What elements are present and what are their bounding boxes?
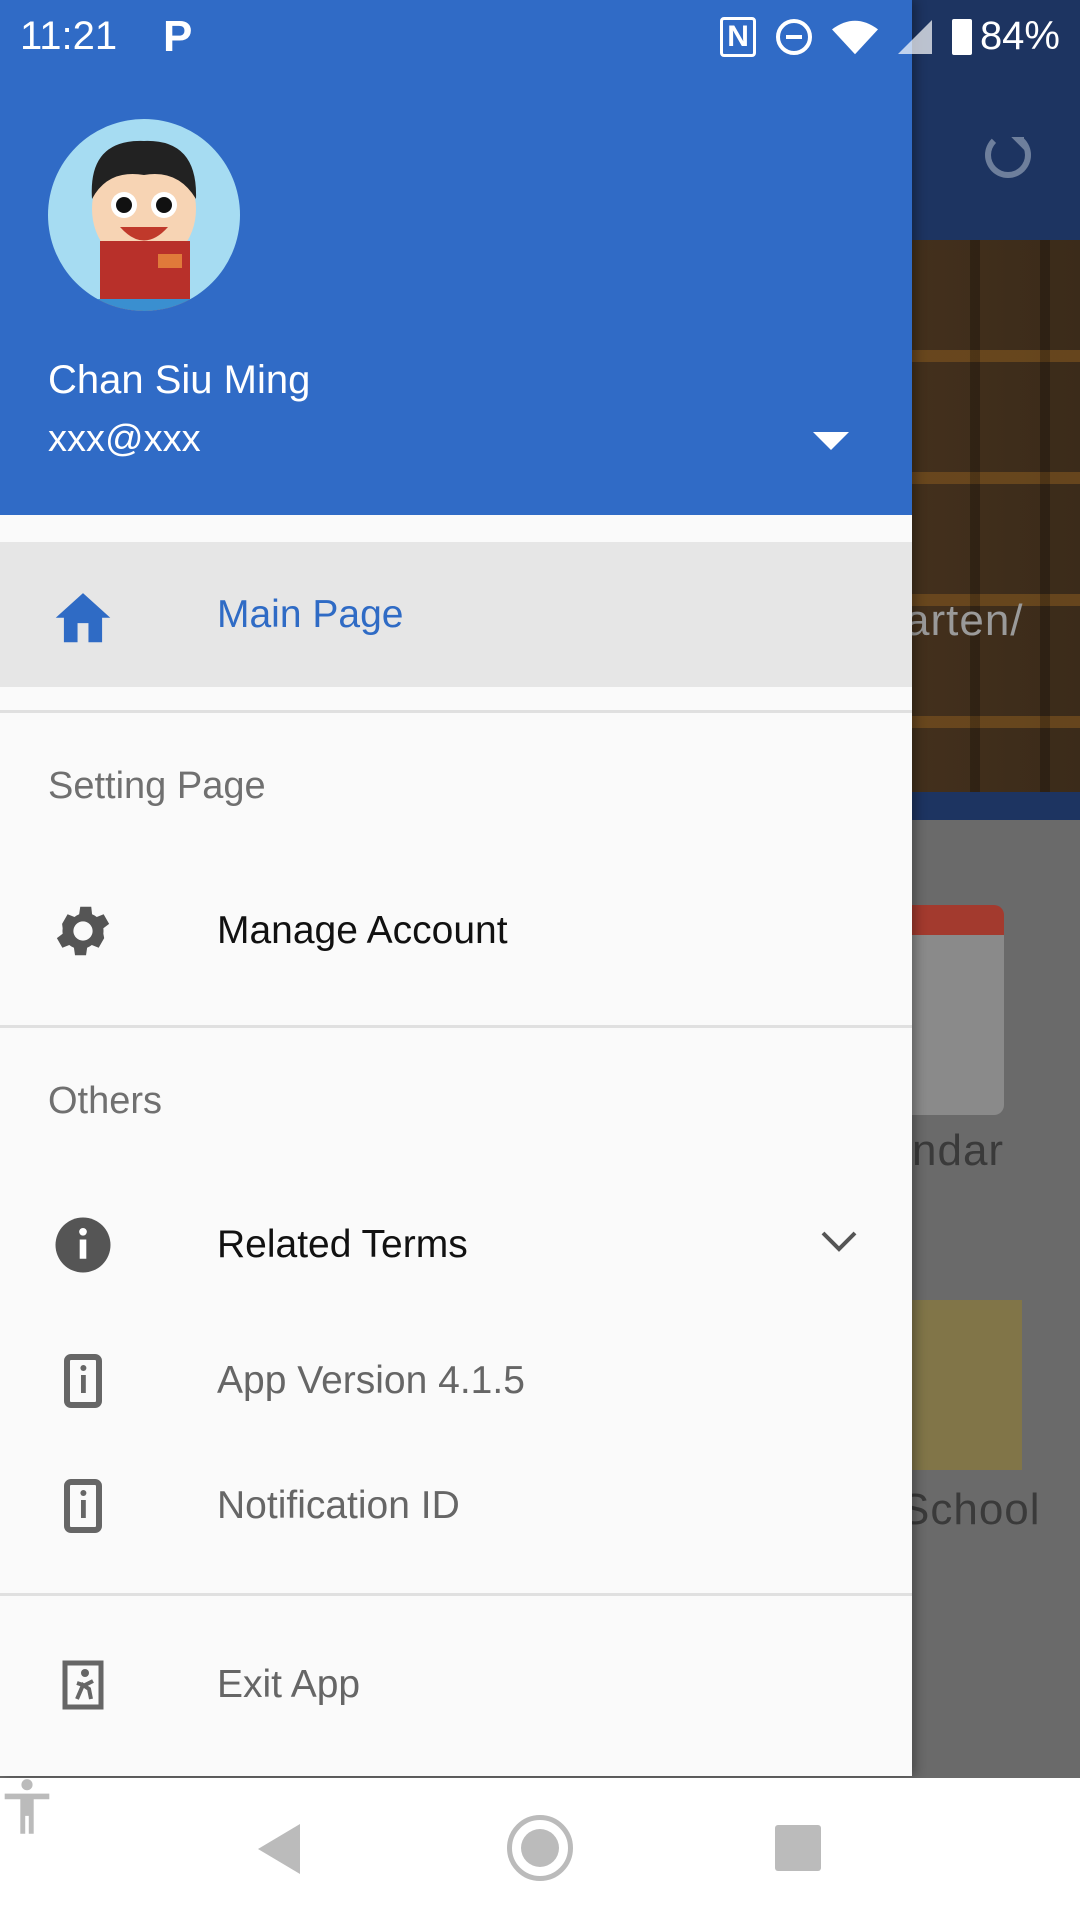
- info-icon: [50, 1212, 116, 1278]
- home-button-icon[interactable]: [507, 1815, 573, 1881]
- school-icon[interactable]: [912, 1300, 1022, 1470]
- calendar-label: ndar: [912, 1126, 1005, 1175]
- banner-text: arten/: [905, 596, 1024, 645]
- avatar[interactable]: [48, 119, 240, 311]
- user-name: Chan Siu Ming: [48, 358, 311, 402]
- menu-label: Notification ID: [217, 1484, 460, 1527]
- menu-item-main-page[interactable]: Main Page: [0, 542, 912, 687]
- menu-label: Exit App: [217, 1663, 361, 1706]
- menu-label: App Version 4.1.5: [217, 1359, 525, 1402]
- section-header-others: Others: [48, 1080, 163, 1122]
- exit-icon: [50, 1652, 116, 1718]
- gear-icon: [50, 898, 116, 964]
- accessibility-icon[interactable]: [0, 1778, 54, 1836]
- menu-item-app-version[interactable]: App Version 4.1.5: [0, 1331, 912, 1431]
- notification-app-icon: P: [163, 12, 193, 61]
- nfc-icon: N: [720, 16, 756, 57]
- menu-label: Related Terms: [217, 1223, 468, 1266]
- status-time: 11:21: [20, 14, 118, 58]
- divider: [0, 1025, 912, 1028]
- user-email: xxx@xxx: [48, 418, 201, 460]
- account-dropdown-icon[interactable]: [813, 432, 849, 450]
- recents-icon[interactable]: [775, 1825, 821, 1871]
- drawer-header: Chan Siu Ming xxx@xxx: [0, 0, 912, 515]
- menu-item-exit-app[interactable]: Exit App: [0, 1635, 912, 1735]
- device-info-icon: [50, 1473, 116, 1539]
- menu-label: Main Page: [217, 592, 404, 636]
- menu-item-manage-account[interactable]: Manage Account: [0, 881, 912, 981]
- refresh-icon[interactable]: [985, 132, 1031, 178]
- navigation-drawer: Chan Siu Ming xxx@xxx Main Page Setting …: [0, 0, 912, 1776]
- divider: [0, 1593, 912, 1596]
- divider: [0, 710, 912, 713]
- home-icon: [50, 582, 116, 648]
- calendar-icon[interactable]: [912, 905, 1004, 1115]
- menu-item-related-terms[interactable]: Related Terms: [0, 1195, 912, 1295]
- system-navigation-bar: [0, 1778, 1080, 1920]
- back-icon[interactable]: [258, 1824, 300, 1874]
- chevron-down-icon[interactable]: [820, 1229, 858, 1255]
- device-info-icon: [50, 1348, 116, 1414]
- menu-label: Manage Account: [217, 909, 508, 952]
- status-bar: 11:21 P N 84%: [0, 0, 1080, 74]
- section-header-setting: Setting Page: [48, 765, 266, 807]
- wifi-icon: [831, 20, 878, 54]
- menu-item-notification-id[interactable]: Notification ID: [0, 1456, 912, 1556]
- school-label: School: [900, 1485, 1041, 1534]
- battery-percent: 84%: [979, 14, 1060, 58]
- battery-charging-icon: [951, 18, 972, 55]
- signal-icon: [897, 19, 932, 54]
- do-not-disturb-icon: [775, 18, 812, 55]
